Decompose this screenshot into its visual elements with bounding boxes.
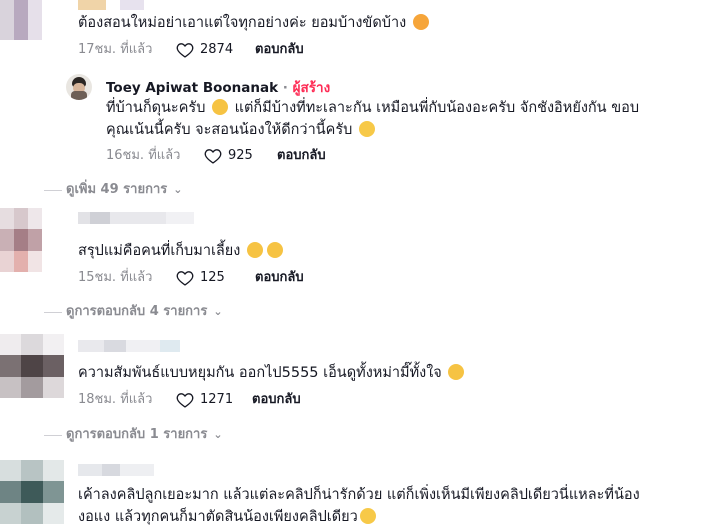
grinning-sweat-emoji-icon — [212, 99, 229, 115]
like-button[interactable]: 1271 — [176, 390, 233, 410]
creator-reply-text: ที่บ้านก็ดุนะครับ แต่ก็มีบ้างที่ทะเลาะกั… — [106, 99, 640, 116]
username-blurred — [78, 212, 194, 224]
laughing-emoji-icon — [448, 364, 465, 380]
username-blurred — [78, 340, 180, 352]
laughing-emoji-icon — [247, 242, 263, 258]
username-blurred — [78, 464, 154, 476]
like-button[interactable]: 2874 — [176, 40, 233, 60]
avatar[interactable] — [0, 460, 64, 524]
comment-time: 15ชม. ที่แล้ว — [78, 270, 153, 285]
like-count: 1271 — [200, 392, 234, 407]
like-button[interactable]: 125 — [176, 268, 225, 288]
view-replies[interactable]: ดูการตอบกลับ 1 รายการ ⌄ — [44, 425, 223, 445]
heart-icon — [176, 42, 194, 58]
chevron-down-icon: ⌄ — [213, 305, 223, 318]
view-more-replies[interactable]: ดูเพิ่ม 49 รายการ ⌄ — [43, 180, 183, 200]
smiling-hearts-emoji-icon — [412, 14, 429, 30]
avatar[interactable] — [0, 208, 42, 272]
like-count: 125 — [200, 270, 225, 285]
comment-text: ต้องสอนใหม่อย่าเอาแต่ใจทุกอย่างค่ะ ยอมบ้… — [78, 12, 431, 34]
heart-icon — [176, 392, 194, 408]
smiling-face-emoji-icon — [358, 121, 375, 137]
separator: · — [282, 80, 288, 96]
reply-button[interactable]: ตอบกลับ — [252, 390, 301, 410]
reply-button[interactable]: ตอบกลับ — [255, 40, 304, 60]
reply-button[interactable]: ตอบกลับ — [255, 268, 304, 288]
comment-text: สรุปแม่คือคนที่เก็บมาเลี้ยง — [78, 240, 285, 262]
avatar[interactable] — [0, 334, 64, 398]
reply-button[interactable]: ตอบกลับ — [277, 146, 326, 166]
comment-text: เค้าลงคลิปลูกเยอะมาก แล้วแต่ละคลิปก็น่าร… — [78, 487, 640, 503]
comment-time: 17ชม. ที่แล้ว — [78, 42, 153, 57]
chevron-down-icon: ⌄ — [173, 183, 183, 196]
heart-icon — [204, 148, 222, 164]
creator-name[interactable]: Toey Apiwat Boonanak — [106, 80, 278, 96]
comment-time: 18ชม. ที่แล้ว — [78, 392, 153, 407]
avatar[interactable] — [0, 0, 42, 40]
view-replies[interactable]: ดูการตอบกลับ 4 รายการ ⌄ — [44, 302, 223, 322]
heart-icon — [176, 270, 194, 286]
creator-avatar[interactable] — [66, 74, 92, 100]
comment-time: 16ชม. ที่แล้ว — [106, 148, 181, 163]
like-count: 2874 — [200, 42, 234, 57]
chevron-down-icon: ⌄ — [213, 428, 223, 441]
creator-name-line: Toey Apiwat Boonanak · ผู้สร้าง — [106, 78, 330, 98]
comment-text-line2: งอแง แล้วทุกคนก็มาตัดสินน้องเพียงคลิปเดี… — [78, 506, 378, 528]
creator-badge: ผู้สร้าง — [292, 80, 331, 96]
smiling-face-emoji-icon — [359, 508, 376, 524]
username-blurred — [78, 0, 144, 10]
laughing-emoji-icon — [267, 242, 283, 258]
comment-text: ความสัมพันธ์แบบหยุมกัน ออกไป5555 เอ็นดูท… — [78, 362, 466, 384]
like-count: 925 — [228, 148, 253, 163]
like-button[interactable]: 925 — [204, 146, 253, 166]
creator-reply-text-line2: คุณเน้นนี้ครับ จะสอนน้องให้ดีกว่านี้ครับ — [106, 119, 377, 141]
